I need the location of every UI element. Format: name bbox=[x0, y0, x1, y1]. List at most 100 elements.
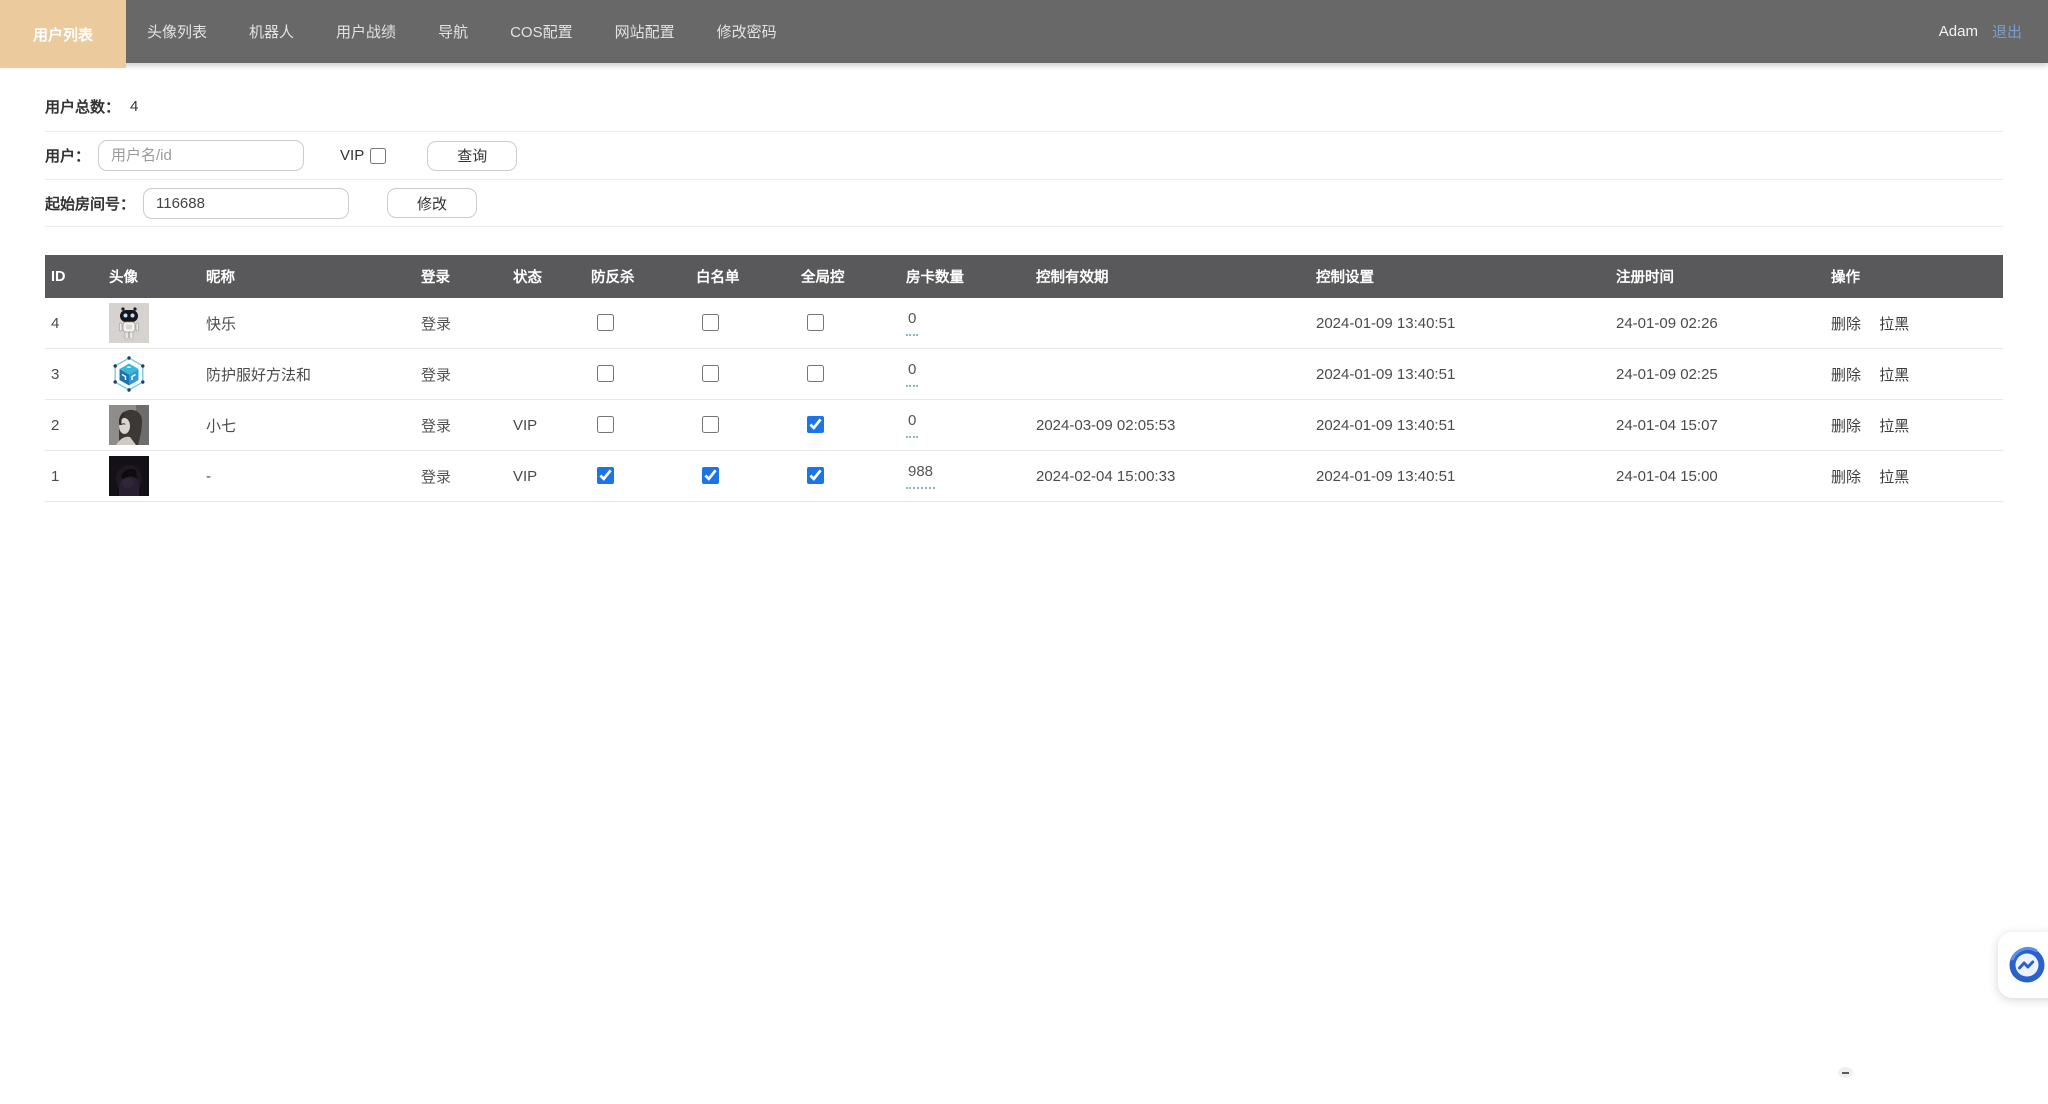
cell-status: VIP bbox=[507, 400, 585, 451]
blacklist-link[interactable]: 拉黑 bbox=[1879, 418, 1909, 435]
start-room-label: 起始房间号： bbox=[45, 193, 135, 214]
cell-control-setting: 2024-01-09 13:40:51 bbox=[1310, 349, 1610, 400]
search-button[interactable]: 查询 bbox=[427, 141, 517, 171]
floating-helper-button[interactable] bbox=[1998, 932, 2048, 998]
delete-link[interactable]: 删除 bbox=[1831, 418, 1861, 435]
whitelist-checkbox[interactable] bbox=[702, 314, 719, 331]
table-row: 1 - 登录 VIP 988 2024-02-04 15 bbox=[45, 451, 2003, 502]
cell-avatar bbox=[103, 451, 200, 502]
cell-status bbox=[507, 349, 585, 400]
top-navbar: 用户列表 头像列表 机器人 用户战绩 导航 COS配置 网站配置 修改密码 Ad… bbox=[0, 0, 2048, 63]
cell-id: 3 bbox=[45, 349, 103, 400]
room-cards-value[interactable]: 0 bbox=[906, 412, 918, 438]
logout-link[interactable]: 退出 bbox=[1992, 21, 2022, 42]
delete-link[interactable]: 删除 bbox=[1831, 469, 1861, 486]
cell-id: 4 bbox=[45, 298, 103, 349]
login-link[interactable]: 登录 bbox=[421, 316, 451, 333]
start-room-input[interactable] bbox=[143, 188, 349, 219]
global-control-checkbox[interactable] bbox=[807, 365, 824, 382]
cell-status: VIP bbox=[507, 451, 585, 502]
global-control-checkbox[interactable] bbox=[807, 314, 824, 331]
col-header-anti-kill: 防反杀 bbox=[585, 255, 690, 298]
tab-navigation[interactable]: 导航 bbox=[417, 0, 489, 63]
anti-kill-checkbox[interactable] bbox=[597, 314, 614, 331]
anti-kill-checkbox[interactable] bbox=[597, 416, 614, 433]
cell-control-expiry: 2024-02-04 15:00:33 bbox=[1030, 451, 1310, 502]
cell-nickname: 快乐 bbox=[200, 298, 415, 349]
cell-control-expiry bbox=[1030, 298, 1310, 349]
table-row: 4 bbox=[45, 298, 2003, 349]
nav-right-area: Adam 退出 bbox=[1939, 0, 2048, 63]
cell-control-expiry: 2024-03-09 02:05:53 bbox=[1030, 400, 1310, 451]
cell-control-setting: 2024-01-09 13:40:51 bbox=[1310, 298, 1610, 349]
col-header-control-expiry: 控制有效期 bbox=[1030, 255, 1310, 298]
user-table: ID 头像 昵称 登录 状态 防反杀 白名单 全局控 房卡数量 控制有效期 控制… bbox=[45, 255, 2003, 502]
delete-link[interactable]: 删除 bbox=[1831, 316, 1861, 333]
cell-control-setting: 2024-01-09 13:40:51 bbox=[1310, 451, 1610, 502]
blue-cube-logo-avatar-icon bbox=[109, 354, 149, 394]
vip-filter-checkbox[interactable] bbox=[370, 148, 386, 164]
total-users-label: 用户总数： bbox=[45, 96, 120, 117]
whitelist-checkbox[interactable] bbox=[702, 416, 719, 433]
cell-avatar bbox=[103, 400, 200, 451]
whitelist-checkbox[interactable] bbox=[702, 365, 719, 382]
cell-avatar bbox=[103, 298, 200, 349]
nav-tabs: 用户列表 头像列表 机器人 用户战绩 导航 COS配置 网站配置 修改密码 bbox=[0, 0, 798, 63]
blacklist-link[interactable]: 拉黑 bbox=[1879, 469, 1909, 486]
anti-kill-checkbox[interactable] bbox=[597, 365, 614, 382]
girl-profile-avatar-icon bbox=[109, 405, 149, 445]
cell-nickname: 防护服好方法和 bbox=[200, 349, 415, 400]
room-number-row: 起始房间号： 修改 bbox=[45, 180, 2003, 227]
cell-nickname: 小七 bbox=[200, 400, 415, 451]
global-control-checkbox[interactable] bbox=[807, 467, 824, 484]
col-header-whitelist: 白名单 bbox=[690, 255, 795, 298]
current-username: Adam bbox=[1939, 23, 1978, 40]
login-link[interactable]: 登录 bbox=[421, 367, 451, 384]
cell-nickname: - bbox=[200, 451, 415, 502]
total-users-row: 用户总数： 4 bbox=[45, 81, 2003, 132]
cell-register-time: 24-01-04 15:00 bbox=[1610, 451, 1825, 502]
col-header-global-control: 全局控 bbox=[795, 255, 900, 298]
tab-user-records[interactable]: 用户战绩 bbox=[315, 0, 417, 63]
user-search-input[interactable] bbox=[98, 140, 304, 171]
blacklist-link[interactable]: 拉黑 bbox=[1879, 316, 1909, 333]
cell-control-setting: 2024-01-09 13:40:51 bbox=[1310, 400, 1610, 451]
modify-button[interactable]: 修改 bbox=[387, 188, 477, 218]
login-link[interactable]: 登录 bbox=[421, 418, 451, 435]
robot-toy-avatar-icon bbox=[109, 303, 149, 343]
col-header-register-time: 注册时间 bbox=[1610, 255, 1825, 298]
anti-kill-checkbox[interactable] bbox=[597, 467, 614, 484]
blacklist-link[interactable]: 拉黑 bbox=[1879, 367, 1909, 384]
login-link[interactable]: 登录 bbox=[421, 469, 451, 486]
cell-avatar bbox=[103, 349, 200, 400]
total-users-value: 4 bbox=[130, 98, 138, 115]
tab-cos-config[interactable]: COS配置 bbox=[489, 0, 594, 63]
col-header-room-cards: 房卡数量 bbox=[900, 255, 1030, 298]
col-header-login: 登录 bbox=[415, 255, 507, 298]
tab-change-password[interactable]: 修改密码 bbox=[696, 0, 798, 63]
room-cards-value[interactable]: 0 bbox=[906, 361, 918, 387]
col-header-actions: 操作 bbox=[1825, 255, 2003, 298]
toolbar: 用户总数： 4 用户： VIP 查询 起始房间号： 修改 bbox=[45, 81, 2003, 227]
whitelist-checkbox[interactable] bbox=[702, 467, 719, 484]
room-cards-value[interactable]: 0 bbox=[906, 310, 918, 336]
cell-register-time: 24-01-04 15:07 bbox=[1610, 400, 1825, 451]
table-row: 2 小七 登录 VIP bbox=[45, 400, 2003, 451]
blue-wave-logo-icon bbox=[2007, 945, 2047, 985]
cell-register-time: 24-01-09 02:26 bbox=[1610, 298, 1825, 349]
global-control-checkbox[interactable] bbox=[807, 416, 824, 433]
cell-control-expiry bbox=[1030, 349, 1310, 400]
vip-filter-label: VIP bbox=[340, 147, 364, 164]
dark-anime-avatar-icon bbox=[109, 456, 149, 496]
cell-id: 2 bbox=[45, 400, 103, 451]
col-header-id: ID bbox=[45, 255, 103, 298]
col-header-control-setting: 控制设置 bbox=[1310, 255, 1610, 298]
room-cards-value[interactable]: 988 bbox=[906, 463, 935, 489]
tab-user-list[interactable]: 用户列表 bbox=[0, 0, 126, 68]
tab-avatar-list[interactable]: 头像列表 bbox=[126, 0, 228, 63]
tab-site-config[interactable]: 网站配置 bbox=[594, 0, 696, 63]
user-search-row: 用户： VIP 查询 bbox=[45, 132, 2003, 180]
tab-robots[interactable]: 机器人 bbox=[228, 0, 315, 63]
delete-link[interactable]: 删除 bbox=[1831, 367, 1861, 384]
cell-status bbox=[507, 298, 585, 349]
